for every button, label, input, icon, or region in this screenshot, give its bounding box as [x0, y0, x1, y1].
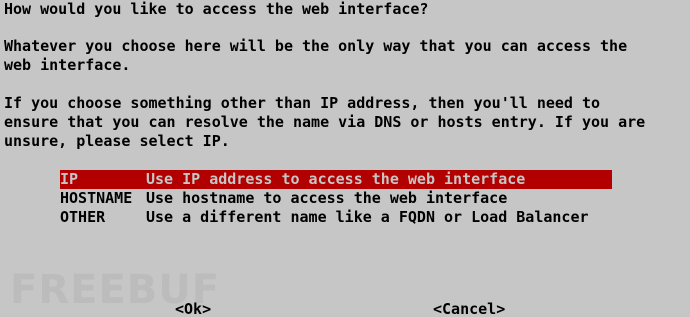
menu-item-tag: IP [60, 170, 79, 188]
menu-item-description: Use a different name like a FQDN or Load… [146, 208, 589, 226]
install-dialog: How would you like to access the web int… [0, 0, 690, 317]
info-line-4: ensure that you can resolve the name via… [4, 113, 646, 131]
info-line-2: web interface. [4, 56, 131, 74]
menu-item-other[interactable]: OTHER Use a different name like a FQDN o… [60, 208, 612, 227]
cancel-button[interactable]: <Cancel> [433, 300, 505, 317]
menu-item-hostname[interactable]: HOSTNAME Use hostname to access the web … [60, 189, 612, 208]
menu-item-ip[interactable]: IP Use IP address to access the web inte… [60, 170, 612, 189]
dialog-title: How would you like to access the web int… [4, 0, 429, 18]
info-line-5: unsure, please select IP. [4, 132, 230, 150]
ok-button[interactable]: <Ok> [175, 300, 211, 317]
menu-item-description: Use IP address to access the web interfa… [146, 170, 526, 188]
info-line-3: If you choose something other than IP ad… [4, 94, 601, 112]
info-line-1: Whatever you choose here will be the onl… [4, 37, 628, 55]
menu-item-description: Use hostname to access the web interface [146, 189, 508, 207]
menu-item-tag: OTHER [60, 208, 106, 226]
menu-item-tag: HOSTNAME [60, 189, 133, 207]
